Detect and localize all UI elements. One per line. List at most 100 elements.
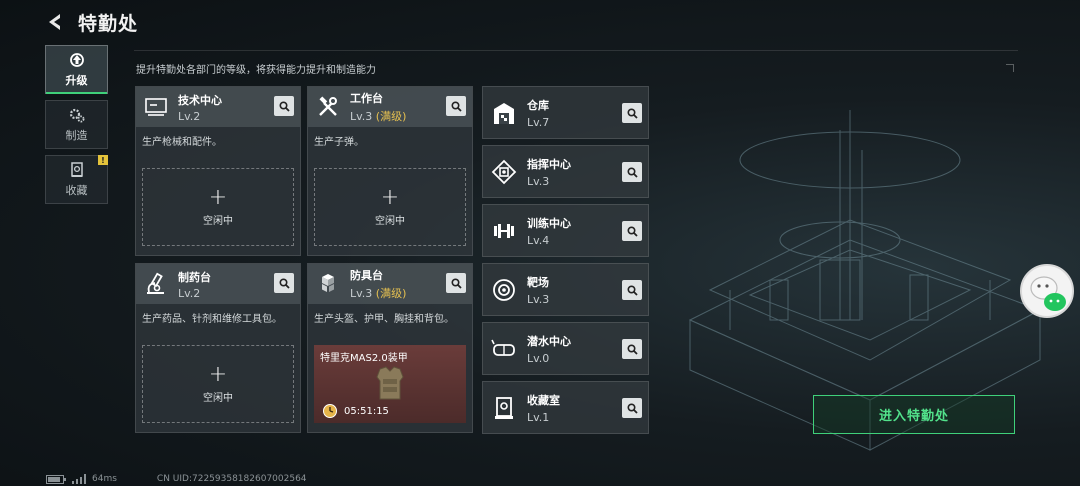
search-icon (626, 402, 638, 414)
warehouse-icon (487, 96, 521, 130)
plus-icon: + (208, 361, 228, 387)
inspect-button[interactable] (274, 273, 294, 293)
microscope-icon (142, 270, 170, 298)
floating-chat-button[interactable] (1020, 264, 1074, 318)
page-subtitle: 提升特勤处各部门的等级，将获得能力提升和制造能力 (136, 65, 376, 76)
room-name: 指挥中心 (527, 157, 571, 171)
tab-upgrade[interactable]: 升级 (45, 45, 108, 94)
inspect-button[interactable] (622, 162, 642, 182)
room-name: 收藏室 (527, 393, 560, 407)
slot-status: 空闲中 (203, 392, 233, 404)
facility-level: Lv.3 (满级) (350, 110, 407, 123)
facility-level: Lv.2 (178, 109, 201, 123)
room-shooting-range[interactable]: 靶场 Lv.3 (482, 263, 649, 316)
inspect-button[interactable] (622, 103, 642, 123)
ping-value: 64ms (92, 474, 117, 484)
production-slot-empty[interactable]: + 空闲中 (314, 168, 466, 246)
armor-vest-icon (376, 366, 404, 400)
facility-description: 生产药品、针剂和维修工具包。 (142, 314, 282, 325)
notification-badge: ! (98, 155, 108, 165)
room-warehouse[interactable]: 仓库 Lv.7 (482, 86, 649, 139)
tab-collection[interactable]: 收藏 ! (45, 155, 108, 204)
facility-card-armor-bench[interactable]: 防具台 Lv.3 (满级) 生产头盔、护甲、胸挂和背包。 特里克MAS2.0装甲… (307, 263, 473, 433)
facility-card-tech-center[interactable]: 技术中心 Lv.2 生产枪械和配件。 + 空闲中 (135, 86, 301, 256)
monitor-icon (142, 93, 170, 121)
back-arrow-icon (49, 14, 60, 30)
search-icon (626, 107, 638, 119)
room-name: 潜水中心 (527, 334, 571, 348)
tab-craft-label: 制造 (65, 129, 88, 142)
search-icon (278, 100, 290, 112)
command-chip-icon (487, 155, 521, 189)
room-level: Lv.3 (527, 174, 550, 188)
plus-icon: + (380, 184, 400, 210)
inspect-button[interactable] (446, 273, 466, 293)
room-command-center[interactable]: 指挥中心 Lv.3 (482, 145, 649, 198)
back-button[interactable] (44, 10, 68, 34)
card-header: 工作台 Lv.3 (满级) (308, 87, 472, 127)
production-slot-empty[interactable]: + 空闲中 (142, 168, 294, 246)
enter-facility-button[interactable]: 进入特勤处 (813, 395, 1015, 434)
facility-card-pharmacy[interactable]: 制药台 Lv.2 生产药品、针剂和维修工具包。 + 空闲中 (135, 263, 301, 433)
room-level: Lv.1 (527, 410, 550, 424)
facility-name: 工作台 (350, 92, 383, 105)
inspect-button[interactable] (622, 221, 642, 241)
production-slot-active[interactable]: 特里克MAS2.0装甲 05:51:15 (314, 345, 466, 423)
room-collection-room[interactable]: 收藏室 Lv.1 (482, 381, 649, 434)
room-training-center[interactable]: 训练中心 Lv.4 (482, 204, 649, 257)
facility-level: Lv.3 (满级) (350, 287, 407, 300)
boxes-icon (314, 270, 342, 298)
max-level-tag: (满级) (375, 287, 407, 300)
slot-status: 空闲中 (203, 215, 233, 227)
room-level: Lv.4 (527, 233, 550, 247)
status-footer: 64ms CN UID:72259358182607002564 (46, 474, 307, 484)
room-name: 训练中心 (527, 216, 571, 230)
plus-icon: + (208, 184, 228, 210)
max-level-tag: (满级) (375, 110, 407, 123)
search-icon (450, 277, 462, 289)
facility-name: 制药台 (178, 270, 211, 284)
search-icon (278, 277, 290, 289)
tab-collection-label: 收藏 (65, 184, 88, 197)
search-icon (626, 343, 638, 355)
facility-description: 生产枪械和配件。 (142, 137, 222, 148)
facility-name: 技术中心 (178, 93, 222, 107)
tools-icon (314, 93, 342, 121)
inspect-button[interactable] (622, 280, 642, 300)
production-item-name: 特里克MAS2.0装甲 (320, 353, 408, 364)
facility-card-workbench[interactable]: 工作台 Lv.3 (满级) 生产子弹。 + 空闲中 (307, 86, 473, 256)
tab-craft[interactable]: 制造 (45, 100, 108, 149)
inspect-button[interactable] (446, 96, 466, 116)
tab-upgrade-label: 升级 (65, 74, 88, 87)
target-icon (487, 273, 521, 307)
header-divider (134, 50, 1018, 51)
room-level: Lv.3 (527, 292, 550, 306)
room-name: 靶场 (527, 275, 549, 289)
production-slot-empty[interactable]: + 空闲中 (142, 345, 294, 423)
timer-icon (323, 404, 337, 418)
inspect-button[interactable] (274, 96, 294, 116)
card-header: 技术中心 Lv.2 (136, 87, 300, 127)
gears-icon (69, 108, 84, 123)
room-name: 仓库 (527, 98, 549, 112)
card-header: 制药台 Lv.2 (136, 264, 300, 304)
room-level: Lv.0 (527, 351, 550, 365)
signal-icon (72, 474, 86, 484)
collection-icon (70, 162, 83, 177)
room-level: Lv.7 (527, 115, 550, 129)
user-uid: CN UID:72259358182607002564 (156, 474, 307, 484)
facility-level: Lv.2 (178, 286, 201, 300)
corner-decoration (1006, 64, 1014, 72)
facility-description: 生产头盔、护甲、胸挂和背包。 (314, 314, 454, 325)
production-timer: 05:51:15 (344, 406, 389, 417)
facility-description: 生产子弹。 (314, 137, 364, 148)
search-icon (450, 100, 462, 112)
card-header: 防具台 Lv.3 (满级) (308, 264, 472, 304)
facility-name: 防具台 (350, 269, 383, 282)
inspect-button[interactable] (622, 339, 642, 359)
dumbbell-icon (487, 214, 521, 248)
header: 特勤处 (44, 8, 138, 36)
inspect-button[interactable] (622, 398, 642, 418)
room-diving-center[interactable]: 潜水中心 Lv.0 (482, 322, 649, 375)
page-title: 特勤处 (78, 12, 139, 35)
